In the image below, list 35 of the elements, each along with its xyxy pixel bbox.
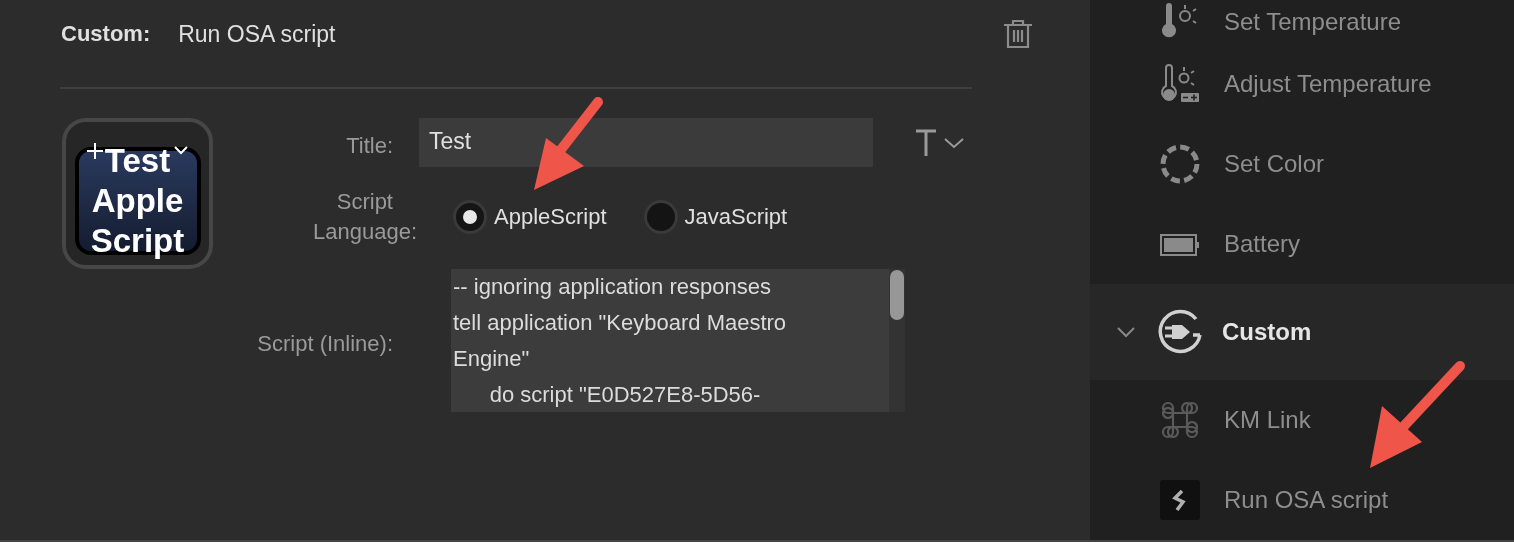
action-title: Run OSA script <box>178 20 337 48</box>
language-radio[interactable]: JavaScript <box>646 197 788 237</box>
sidebar-item[interactable]: Adjust Temperature <box>1090 44 1514 124</box>
script-language-label: Script Language: <box>312 188 418 246</box>
sidebar-item[interactable]: Battery <box>1090 204 1514 284</box>
caret-icon[interactable] <box>173 145 189 155</box>
item-label: Run OSA script <box>1224 486 1389 514</box>
button-icon-preview[interactable]: Test Apple Script <box>62 118 213 269</box>
item-label: Set Color <box>1224 150 1325 178</box>
sidebar-item[interactable]: Run OSA script <box>1090 460 1514 540</box>
sidebar-item[interactable]: KM Link <box>1090 380 1514 460</box>
sidebar-group-header[interactable]: Custom <box>1090 284 1514 380</box>
chevron-icon[interactable] <box>1116 325 1136 339</box>
title-field[interactable]: Test <box>419 118 873 167</box>
item-label: Set Temperature <box>1224 8 1401 36</box>
item-label: Adjust Temperature <box>1224 70 1432 98</box>
sidebar-item[interactable]: Set Color <box>1090 124 1514 204</box>
sidebar-item[interactable]: Set Temperature <box>1090 0 1514 44</box>
text-icon <box>915 128 937 157</box>
caret-icon <box>943 135 965 150</box>
thermometer-sun-icon <box>1160 64 1200 104</box>
item-label: Battery <box>1224 230 1301 258</box>
item-label: KM Link <box>1224 406 1311 434</box>
script-label: Script (Inline): <box>256 330 394 358</box>
script-editor[interactable]: -- ignoring application responses tell application "Keyboard Maestro Engine" do script "E0D527E8-5D56- <box>451 269 889 412</box>
script-icon <box>1160 480 1200 520</box>
command-key-icon <box>1160 400 1200 440</box>
delete-icon[interactable] <box>1003 18 1033 50</box>
scrollbar[interactable] <box>889 269 905 412</box>
title-label: Title: <box>345 132 394 160</box>
section-label: Custom: <box>61 21 151 47</box>
add-icon[interactable] <box>86 142 104 160</box>
color-wheel-icon <box>1160 144 1200 184</box>
language-radio[interactable]: AppleScript <box>456 197 607 237</box>
item-label: Custom <box>1222 318 1312 346</box>
